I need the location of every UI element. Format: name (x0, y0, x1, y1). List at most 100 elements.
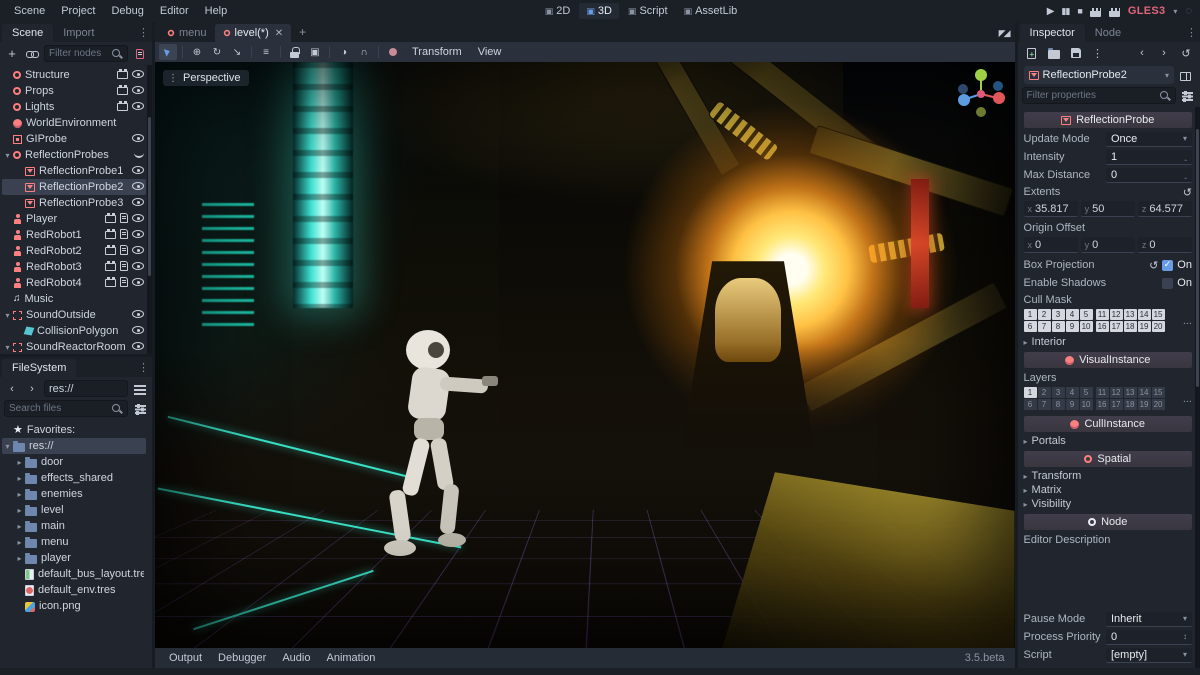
expander-icon[interactable]: ▾ (2, 442, 13, 451)
workspace-2d[interactable]: ▣ 2D (538, 3, 578, 19)
expander-icon[interactable]: ▸ (14, 522, 25, 531)
tab-inspector[interactable]: Inspector (1019, 24, 1085, 42)
history-forward-button[interactable]: › (1156, 45, 1172, 61)
visibility-toggle-icon[interactable] (132, 197, 144, 209)
visibility-toggle-icon[interactable] (132, 229, 144, 241)
script-icon[interactable] (120, 228, 128, 242)
bit-3[interactable]: 3 (1051, 387, 1065, 398)
filesystem-item[interactable]: ▾ res:// (2, 438, 146, 454)
workspace-assetlib[interactable]: ▣ AssetLib (677, 3, 745, 19)
tab-node[interactable]: Node (1085, 24, 1131, 42)
script-icon[interactable] (120, 276, 128, 290)
history-icon[interactable]: ↺ (1178, 45, 1194, 61)
visibility-toggle-icon[interactable] (132, 213, 144, 225)
menu-editor[interactable]: Editor (152, 3, 197, 19)
new-scene-tab-button[interactable]: + (291, 25, 314, 42)
property-spin[interactable]: 0 ↕ (1105, 629, 1192, 645)
workspace-3d[interactable]: ▣ 3D (579, 3, 619, 19)
bit-1[interactable]: 1 (1023, 387, 1037, 398)
checkbox[interactable] (1162, 259, 1174, 271)
bit-5[interactable]: 5 (1079, 387, 1093, 398)
bit-13[interactable]: 13 (1123, 309, 1137, 320)
chevron-down-icon[interactable]: ▾ (1183, 134, 1187, 143)
add-node-button[interactable]: + (4, 46, 20, 62)
update-spinner-icon[interactable]: ◌ (1185, 5, 1192, 17)
filesystem-item[interactable]: ▸ menu (2, 534, 146, 550)
section-matrix[interactable]: ▸ Matrix (1024, 483, 1192, 497)
scene-tree-item[interactable]: ♫ Music (2, 291, 146, 307)
property-dropdown[interactable]: [empty] ▾ (1105, 647, 1192, 663)
scene-tree-item[interactable]: ReflectionProbe2 (2, 179, 146, 195)
grid-more-button[interactable]: ... (1183, 315, 1192, 327)
vector-y-field[interactable]: y0 (1080, 237, 1135, 253)
property-dropdown[interactable]: Once ▾ (1105, 131, 1192, 147)
grid-more-button[interactable]: ... (1183, 393, 1192, 405)
visibility-toggle-icon[interactable] (132, 101, 144, 113)
expander-icon[interactable]: ▸ (14, 458, 25, 467)
menu-view[interactable]: View (470, 46, 510, 58)
groups-icon[interactable] (117, 100, 128, 114)
bit-15[interactable]: 15 (1151, 387, 1165, 398)
attach-script-button[interactable] (132, 46, 148, 62)
vector-z-field[interactable]: z 64.577 (1137, 201, 1192, 217)
save-resource-button[interactable] (1068, 45, 1084, 61)
bit-6[interactable]: 6 (1023, 321, 1037, 332)
visibility-toggle-icon[interactable] (132, 133, 144, 145)
scene-tree-item[interactable]: RedRobot3 (2, 259, 146, 275)
scene-tree-item[interactable]: Player (2, 211, 146, 227)
renderer-select[interactable]: GLES3 (1128, 5, 1166, 17)
section-interior[interactable]: ▸ Interior (1024, 335, 1192, 349)
history-back-button[interactable]: ‹ (1134, 45, 1150, 61)
section-portals[interactable]: ▸ Portals (1024, 434, 1192, 448)
groups-icon[interactable] (117, 84, 128, 98)
bottom-tab-audio[interactable]: Audio (274, 650, 318, 666)
section-visibility[interactable]: ▸ Visibility (1024, 497, 1192, 511)
inspector-filter-input[interactable] (1026, 90, 1156, 101)
filesystem-item[interactable]: default_bus_layout.tres (2, 566, 146, 582)
expand-viewport-icon[interactable]: ◤◢ (999, 28, 1011, 39)
groups-icon[interactable] (105, 228, 116, 242)
category-node[interactable]: Node (1023, 514, 1192, 530)
category-visualinstance[interactable]: VisualInstance (1023, 352, 1192, 368)
scene-tree-scrollbar[interactable] (147, 65, 152, 354)
visibility-toggle-icon[interactable] (132, 277, 144, 289)
visibility-toggle-icon[interactable] (132, 325, 144, 337)
expander-icon[interactable]: ▸ (14, 490, 25, 499)
scene-tree-item[interactable]: Lights (2, 99, 146, 115)
menu-scene[interactable]: Scene (6, 3, 53, 19)
bit-11[interactable]: 11 (1095, 387, 1109, 398)
category-cullinstance[interactable]: CullInstance (1023, 416, 1192, 432)
chevron-down-icon[interactable]: ▾ (1183, 614, 1187, 623)
checkbox[interactable] (1162, 277, 1174, 289)
tool-scale-button[interactable]: ↘ (228, 44, 246, 60)
bit-5[interactable]: 5 (1079, 309, 1093, 320)
filesystem-item[interactable]: default_env.tres (2, 582, 146, 598)
groups-icon[interactable] (117, 68, 128, 82)
local-space-button[interactable]: ◑ (335, 44, 353, 60)
vector-x-field[interactable]: x 35.817 (1023, 201, 1078, 217)
vector-x-field[interactable]: x0 (1023, 237, 1078, 253)
list-select-button[interactable]: ≡ (257, 44, 275, 60)
vector-z-field[interactable]: z0 (1137, 237, 1192, 253)
tool-move-button[interactable]: ⊕ (188, 44, 206, 60)
tab-scene[interactable]: Scene (2, 24, 54, 42)
bit-20[interactable]: 20 (1151, 399, 1165, 410)
bit-15[interactable]: 15 (1151, 309, 1165, 320)
bit-17[interactable]: 17 (1109, 321, 1123, 332)
vector-y-field[interactable]: y 50 (1080, 201, 1135, 217)
tool-rotate-button[interactable]: ↻ (208, 44, 226, 60)
filesystem-item[interactable]: ▸ player (2, 550, 146, 566)
bit-11[interactable]: 11 (1095, 309, 1109, 320)
lock-button[interactable] (286, 44, 304, 60)
expander-icon[interactable]: ▸ (14, 554, 25, 563)
bit-7[interactable]: 7 (1037, 321, 1051, 332)
visibility-toggle-icon[interactable] (132, 245, 144, 257)
bit-8[interactable]: 8 (1051, 399, 1065, 410)
chevron-down-icon[interactable]: ▾ (1183, 650, 1187, 659)
drag-handle-icon[interactable]: ‸ (1184, 170, 1187, 179)
stop-button[interactable]: ■ (1077, 6, 1083, 16)
bit-8[interactable]: 8 (1051, 321, 1065, 332)
bit-4[interactable]: 4 (1065, 309, 1079, 320)
scene-tree-item[interactable]: Structure (2, 67, 146, 83)
script-icon[interactable] (120, 212, 128, 226)
